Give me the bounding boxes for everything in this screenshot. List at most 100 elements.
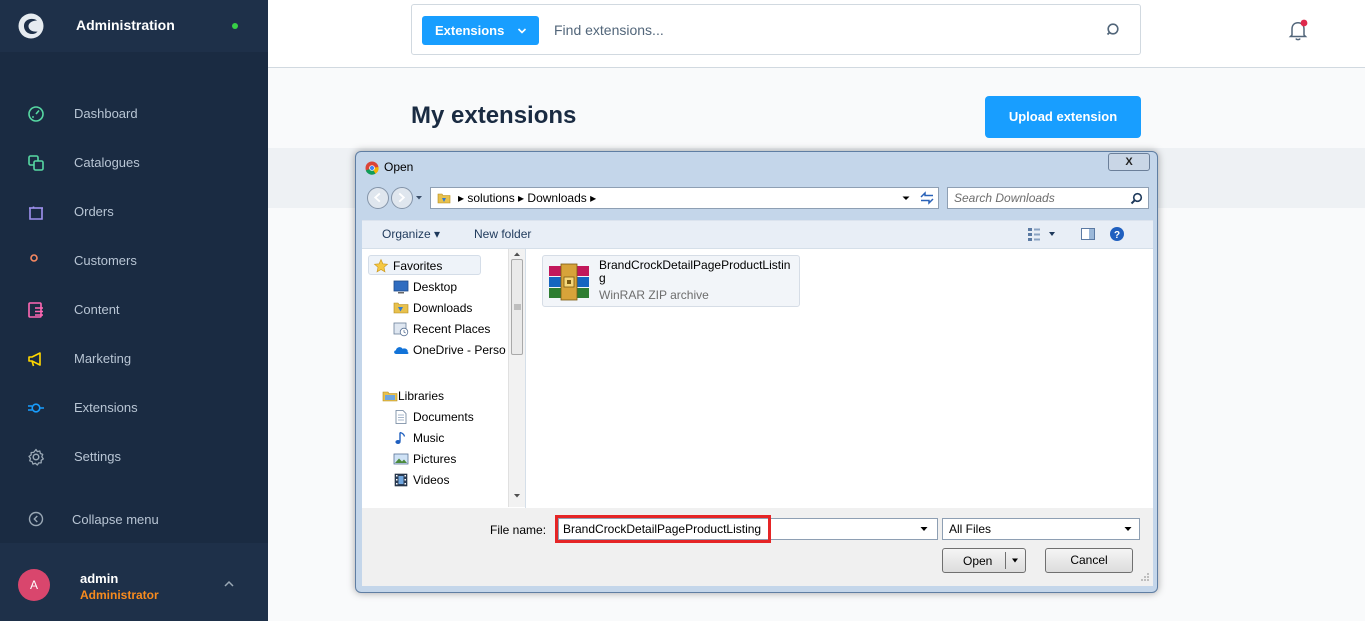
tree-label-favorites: Favorites [393, 259, 443, 273]
sidebar-item-marketing[interactable]: Marketing [0, 339, 268, 379]
dashboard-icon [28, 106, 44, 122]
chevron-left-circle-icon [28, 511, 44, 527]
svg-text:?: ? [1114, 230, 1120, 241]
tree-label: Downloads [413, 301, 473, 315]
orders-icon [29, 206, 43, 220]
onedrive-icon [394, 347, 409, 354]
dialog-close-button[interactable]: X [1108, 153, 1150, 171]
top-bar: Extensions [268, 0, 1365, 68]
file-name-dropdown-icon[interactable] [919, 525, 929, 533]
file-item[interactable]: BrandCrockDetailPageProductListing WinRA… [542, 255, 800, 307]
downloads-folder-icon [393, 302, 409, 314]
sidebar-item-content[interactable]: Content [0, 290, 268, 330]
open-options-dropdown-icon[interactable] [1011, 557, 1019, 564]
preview-pane-icon[interactable] [1080, 226, 1096, 242]
file-name-highlight [555, 515, 771, 543]
sidebar-item-label: Customers [74, 253, 137, 268]
sidebar-item-orders[interactable]: Orders [0, 192, 268, 232]
collapse-menu-button[interactable]: Collapse menu [0, 500, 268, 540]
scrollbar-thumb[interactable] [511, 259, 523, 355]
forward-button[interactable] [391, 187, 413, 209]
notification-bell-icon[interactable] [1288, 19, 1308, 41]
dialog-body: Favorites Desktop Downloads Recent Places O… [362, 248, 1153, 509]
tree-label: Music [413, 431, 445, 445]
address-path: ▸ solutions ▸ Downloads ▸ [458, 191, 597, 205]
tree-label: Pictures [413, 452, 457, 466]
sidebar-item-catalogues[interactable]: Catalogues [0, 143, 268, 183]
resize-grip-icon[interactable] [1140, 572, 1150, 582]
collapse-menu-label: Collapse menu [72, 512, 159, 527]
address-bar[interactable]: ▸ solutions ▸ Downloads ▸ [430, 187, 939, 209]
catalogue-icon [28, 155, 44, 171]
command-bar: Organize ▾ New folder ? [362, 220, 1153, 248]
file-type: WinRAR ZIP archive [599, 288, 709, 302]
sidebar-item-customers[interactable]: Customers [0, 241, 268, 281]
scroll-down-icon[interactable] [513, 493, 521, 499]
tree-label: Documents [413, 410, 474, 424]
search-type-label: Extensions [435, 23, 505, 38]
sidebar-item-label: Marketing [74, 351, 132, 366]
back-button[interactable] [367, 187, 389, 209]
chevron-down-icon [517, 28, 527, 34]
address-dropdown-icon[interactable] [899, 188, 913, 208]
star-icon [373, 258, 389, 273]
open-button[interactable]: Open [942, 548, 1026, 573]
arrow-left-icon [373, 192, 381, 203]
cancel-button[interactable]: Cancel [1045, 548, 1133, 573]
videos-icon [394, 473, 408, 487]
tree-scrollbar[interactable] [508, 249, 525, 507]
arrow-right-icon [398, 192, 406, 203]
search-icon[interactable] [1130, 192, 1143, 205]
customers-icon [30, 254, 38, 262]
file-type-dropdown-icon [1124, 527, 1132, 531]
shopware-logo-icon[interactable] [18, 13, 44, 39]
help-icon[interactable]: ? [1109, 226, 1125, 242]
dialog-title: Open [384, 160, 414, 174]
music-icon [395, 431, 406, 444]
new-folder-button[interactable]: New folder [474, 227, 531, 241]
sidebar-item-settings[interactable]: Settings [0, 437, 268, 477]
search-type-dropdown[interactable]: Extensions [422, 16, 539, 45]
sidebar-item-extensions[interactable]: Extensions [0, 388, 268, 428]
split-separator [1005, 552, 1006, 569]
sidebar-item-label: Extensions [74, 400, 138, 415]
sidebar-title: Administration [76, 17, 175, 33]
sidebar-item-dashboard[interactable]: Dashboard [0, 94, 268, 134]
chrome-icon [365, 161, 379, 175]
pictures-icon [393, 453, 409, 465]
content-icon [28, 302, 43, 318]
user-menu[interactable]: A admin Administrator [0, 543, 268, 621]
tree-label: OneDrive - Perso [413, 343, 506, 357]
documents-icon [395, 410, 407, 424]
organize-button[interactable]: Organize ▾ [382, 227, 440, 241]
refresh-icon[interactable] [916, 187, 938, 209]
sidebar-item-label: Catalogues [74, 155, 140, 170]
search-input[interactable] [554, 19, 1054, 41]
file-open-dialog: Open X ▸ solutions ▸ Downloads ▸ Search … [355, 151, 1158, 593]
scroll-up-icon[interactable] [513, 251, 521, 257]
global-search: Extensions [411, 4, 1141, 55]
file-type-value: All Files [949, 522, 992, 536]
sidebar-header: Administration [0, 0, 268, 52]
dialog-search-box[interactable]: Search Downloads [947, 187, 1149, 209]
libraries-icon [382, 391, 398, 402]
online-status-dot [232, 23, 238, 29]
tree-label: Videos [413, 473, 450, 487]
sidebar: Administration Dashboard Catalogues Orders… [0, 0, 268, 621]
tree-label: Desktop [413, 280, 458, 294]
search-icon[interactable] [1106, 22, 1122, 38]
upload-extension-button[interactable]: Upload extension [985, 96, 1141, 138]
change-view-icon[interactable] [1027, 226, 1057, 242]
sidebar-item-label: Content [74, 302, 120, 317]
file-type-select[interactable]: All Files [942, 518, 1140, 540]
recent-places-icon [393, 322, 409, 337]
dialog-footer: File name: BrandCrockDetailPageProductLi… [362, 508, 1153, 586]
dialog-search-placeholder: Search Downloads [954, 191, 1055, 205]
marketing-icon [28, 352, 41, 367]
recent-locations-dropdown-icon[interactable] [415, 194, 423, 202]
folder-icon [437, 193, 451, 204]
extensions-icon [28, 403, 44, 413]
winrar-archive-icon [549, 263, 589, 301]
user-role: Administrator [80, 588, 159, 602]
chevron-up-icon[interactable] [222, 579, 236, 589]
